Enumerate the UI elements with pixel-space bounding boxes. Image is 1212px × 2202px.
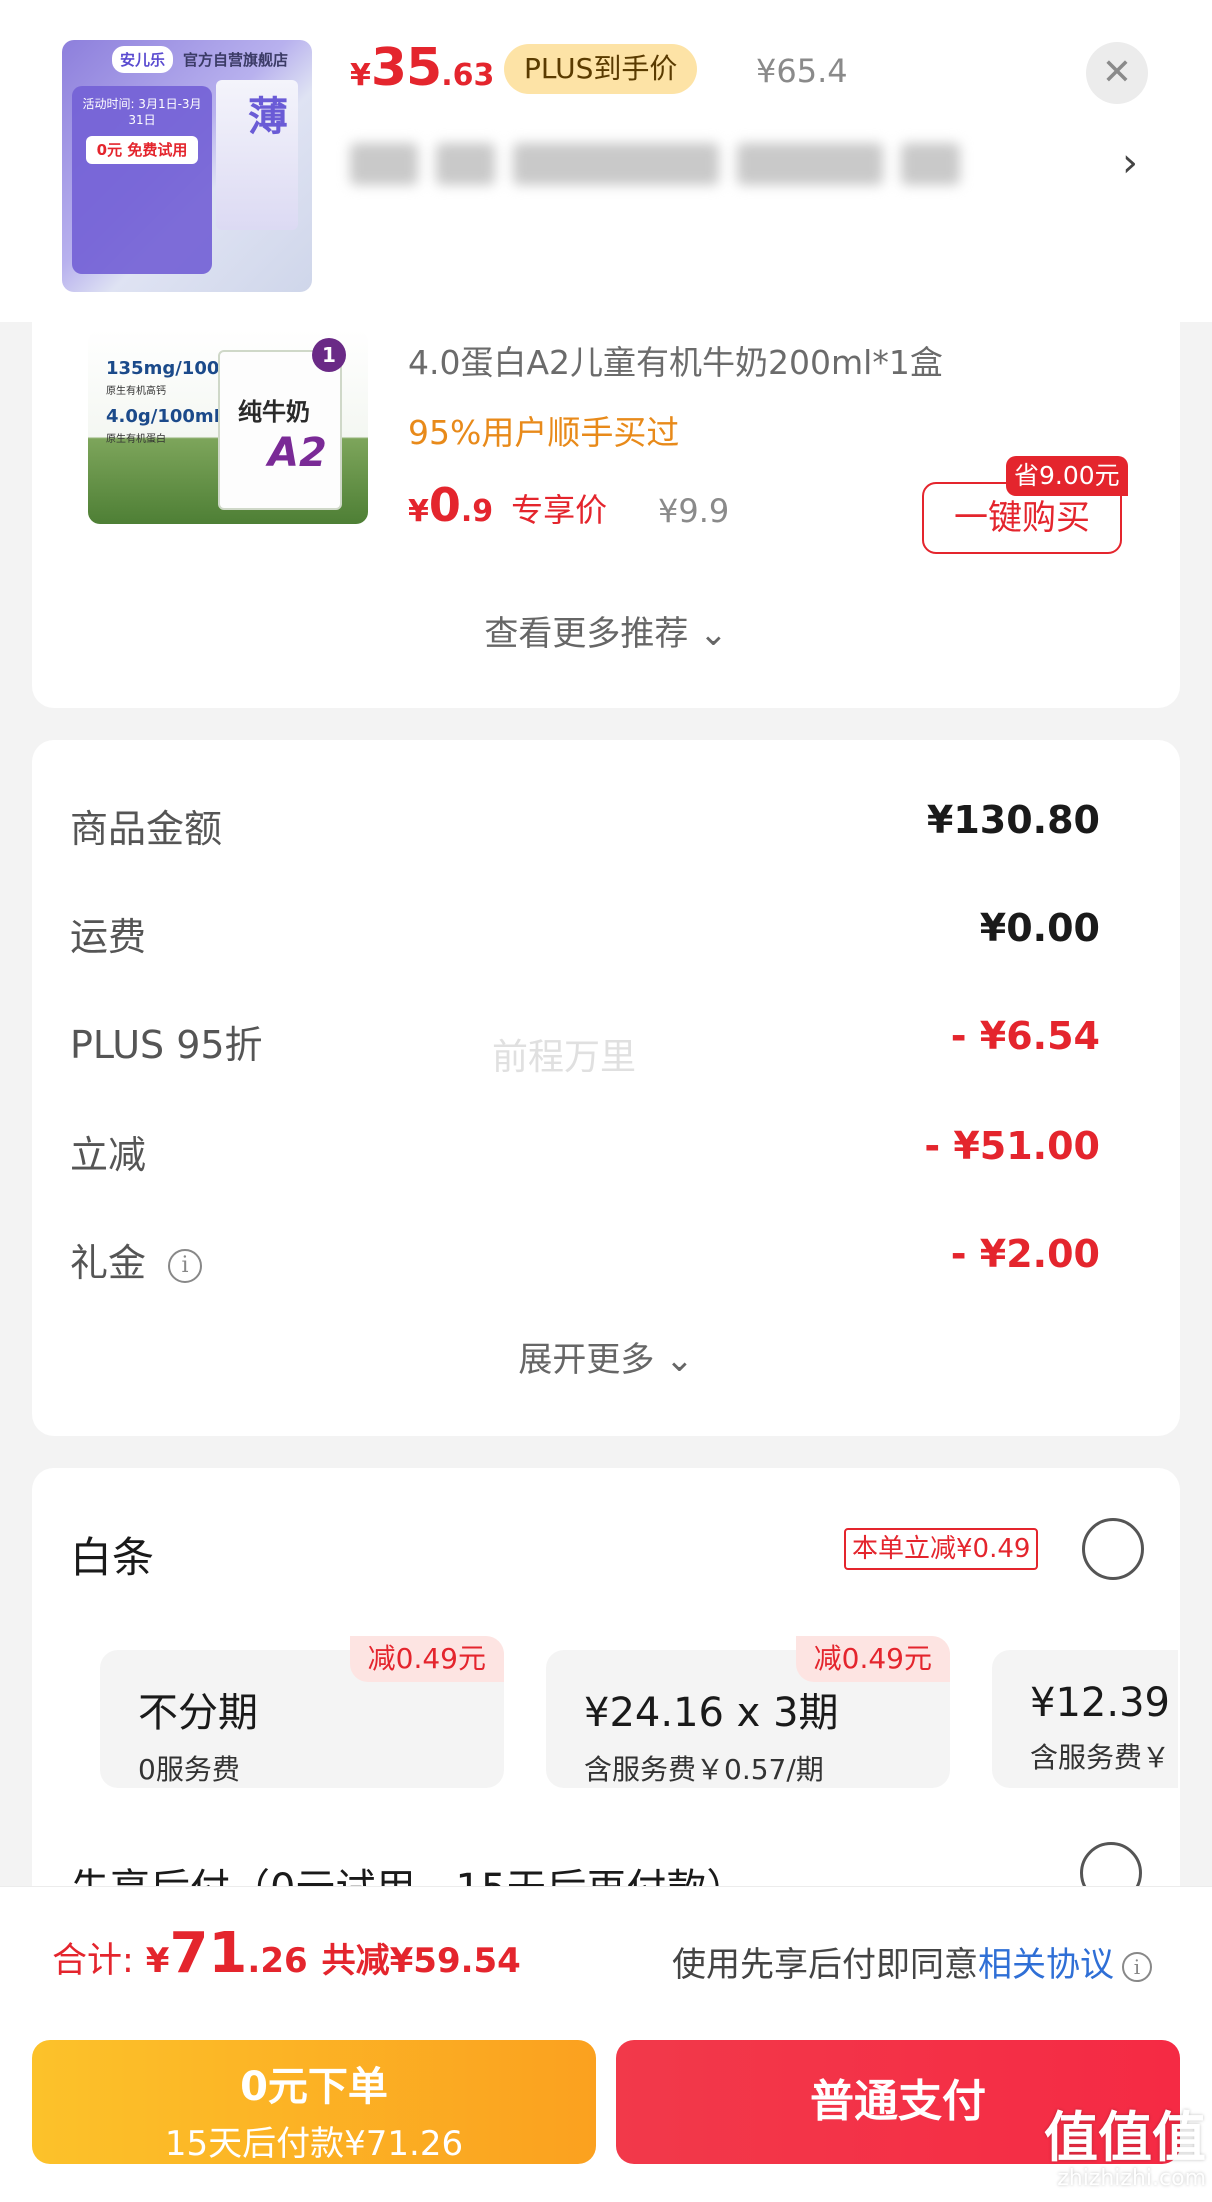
- pay-later-option[interactable]: 先享后付（0元试用，15天后再付款）: [70, 1856, 746, 1888]
- price-decimal: .63: [441, 58, 495, 93]
- total-decimal: .26: [247, 1941, 308, 1981]
- plan-no-installment[interactable]: 不分期 0服务费 减0.49元: [100, 1636, 504, 1788]
- baitiao-discount-tag: 本单立减¥0.49: [844, 1528, 1039, 1570]
- recommended-item-title[interactable]: 4.0蛋白A2儿童有机牛奶200ml*1盒: [408, 336, 943, 384]
- plan-main: ¥12.39 x: [1030, 1680, 1178, 1726]
- row-value: ¥0.00: [979, 906, 1100, 950]
- total-integer: 71: [169, 1921, 248, 1986]
- plan-6-installments[interactable]: ¥12.39 x 含服务费￥: [992, 1650, 1178, 1788]
- plan-3-installments[interactable]: ¥24.16 x 3期 含服务费￥0.57/期 减0.49元: [546, 1636, 950, 1788]
- breakdown-row-gift: 礼金 i - ¥2.00: [70, 1224, 1100, 1287]
- row-label: 商品金额: [70, 807, 223, 851]
- pay-later-order-button[interactable]: 0元下单 15天后付款¥71.26: [32, 2040, 596, 2164]
- plan-discount: 减0.49元: [795, 1636, 950, 1682]
- recommendation-card: 135mg/100mL 原生有机高钙 4.0g/100mL 原生有机蛋白 纯牛奶…: [32, 300, 1180, 708]
- recommended-original-price: ¥9.9: [658, 492, 730, 530]
- promo-card: 活动时间: 3月1日-3月31日 0元 免费试用: [72, 86, 212, 274]
- agreement-link[interactable]: 相关协议: [978, 1945, 1114, 1985]
- pay-later-button-line1: 0元下单: [240, 2064, 388, 2110]
- thumbnail-brand-strip: 安儿乐 官方自营旗舰店: [62, 40, 312, 78]
- blur-block: [436, 143, 496, 185]
- action-bar: 0元下单 15天后付款¥71.26 普通支付: [0, 2024, 1212, 2202]
- breakdown-row-goods: 商品金额 ¥130.80: [70, 790, 1100, 851]
- baitiao-card: 白条 本单立减¥0.49 不分期 0服务费 减0.49元 ¥24.16 x 3期…: [32, 1468, 1180, 1888]
- total-currency: ¥: [145, 1941, 170, 1981]
- site-watermark-title: 值值值: [1044, 2106, 1206, 2169]
- chevron-right-icon[interactable]: ›: [1122, 140, 1138, 186]
- installment-plans: 不分期 0服务费 减0.49元 ¥24.16 x 3期 含服务费￥0.57/期 …: [68, 1636, 1178, 1796]
- row-label: 立减: [70, 1133, 147, 1177]
- site-watermark-url: zhizhizhi.com: [1057, 2166, 1206, 2191]
- bought-rate: 95%用户顺手买过: [408, 413, 680, 452]
- order-total: 合计: ¥ 71 .26 共减¥59.54: [52, 1921, 521, 1986]
- plan-sub: 0服务费: [138, 1753, 240, 1786]
- breakdown-row-discount: 立减 - ¥51.00: [70, 1116, 1100, 1177]
- image-text: 4.0g/100mL: [106, 406, 226, 427]
- exclusive-price-label: 专享价: [511, 491, 608, 529]
- pack-character: 薄: [248, 93, 288, 140]
- product-header: 安儿乐 官方自营旗舰店 活动时间: 3月1日-3月31日 0元 免费试用 薄 ¥…: [0, 0, 1212, 322]
- gift-label: 礼金: [70, 1241, 147, 1285]
- order-summary-bar: 合计: ¥ 71 .26 共减¥59.54 使用先享后付即同意相关协议 i: [0, 1886, 1212, 2024]
- original-price: ¥65.4: [756, 52, 848, 90]
- site-watermark-logo: 值值值 zhizhizhi.com: [1044, 2106, 1206, 2192]
- breakdown-row-shipping: 运费 ¥0.00: [70, 898, 1100, 959]
- row-label: PLUS 95折: [70, 1023, 263, 1067]
- row-label: 运费: [70, 915, 147, 959]
- save-amount-tag: 省9.00元: [1006, 456, 1128, 496]
- baitiao-radio[interactable]: [1082, 1518, 1144, 1580]
- plan-main: 不分期: [138, 1690, 258, 1736]
- pay-later-radio[interactable]: [1080, 1842, 1142, 1888]
- total-label: 合计:: [52, 1941, 134, 1981]
- blur-block: [736, 143, 884, 185]
- row-value: - ¥2.00: [950, 1232, 1100, 1276]
- watermark: 前程万里: [492, 1037, 637, 1078]
- row-value: ¥130.80: [926, 798, 1100, 842]
- price-breakdown-card: 商品金额 ¥130.80 运费 ¥0.00 PLUS 95折 - ¥6.54 前…: [32, 740, 1180, 1436]
- promo-box: 0元 免费试用: [86, 136, 198, 164]
- close-icon[interactable]: ✕: [1086, 42, 1148, 104]
- expand-more[interactable]: 展开更多 ⌄: [32, 1332, 1180, 1381]
- price-currency: ¥: [350, 58, 371, 93]
- plan-sub: 含服务费￥0.57/期: [584, 1753, 824, 1786]
- row-label: 礼金 i: [70, 1232, 203, 1287]
- blur-block: [513, 143, 719, 185]
- plus-price-badge: PLUS到手价: [504, 44, 698, 94]
- pay-later-button-line2: 15天后付款¥71.26: [164, 2124, 464, 2164]
- brand-logo: 安儿乐: [112, 45, 174, 73]
- agreement-prefix: 使用先享后付即同意: [672, 1945, 978, 1985]
- baitiao-title: 白条: [70, 1533, 155, 1582]
- image-text: 原生有机高钙: [106, 386, 166, 397]
- price-decimal: .9: [460, 494, 494, 529]
- price-integer: 0: [428, 478, 461, 532]
- milk-box-a2: A2: [268, 430, 327, 476]
- store-name: 官方自营旗舰店: [183, 50, 289, 69]
- product-thumbnail[interactable]: 安儿乐 官方自营旗舰店 活动时间: 3月1日-3月31日 0元 免费试用 薄: [62, 40, 312, 292]
- milk-box-badge: 1: [312, 338, 346, 372]
- promo-time: 活动时间: 3月1日-3月31日: [82, 97, 202, 127]
- agreement-text: 使用先享后付即同意相关协议 i: [672, 1937, 1152, 1986]
- row-value: - ¥6.54: [950, 1014, 1100, 1058]
- plus-price: ¥ 35 .63: [350, 38, 494, 108]
- plan-sub: 含服务费￥: [1030, 1741, 1171, 1774]
- price-currency: ¥: [408, 494, 429, 529]
- milk-box-title: 纯牛奶: [238, 398, 310, 426]
- plan-main: ¥24.16 x 3期: [584, 1690, 839, 1736]
- milk-product-image[interactable]: 135mg/100mL 原生有机高钙 4.0g/100mL 原生有机蛋白 纯牛奶…: [88, 330, 368, 524]
- price-integer: 35: [370, 38, 442, 98]
- row-value: - ¥51.00: [924, 1124, 1100, 1168]
- plan-discount: 减0.49元: [349, 1636, 504, 1682]
- see-more-recommendations[interactable]: 查看更多推荐 ⌄: [32, 606, 1180, 655]
- blur-block: [901, 143, 960, 185]
- exclusive-price: ¥ 0 .9 专享价: [408, 478, 607, 532]
- blur-block: [350, 143, 419, 185]
- info-icon[interactable]: i: [168, 1249, 203, 1283]
- blurred-product-info: [350, 134, 960, 194]
- total-saved: 共减¥59.54: [321, 1941, 521, 1981]
- image-text: 原生有机蛋白: [106, 434, 166, 445]
- info-icon[interactable]: i: [1122, 1952, 1152, 1982]
